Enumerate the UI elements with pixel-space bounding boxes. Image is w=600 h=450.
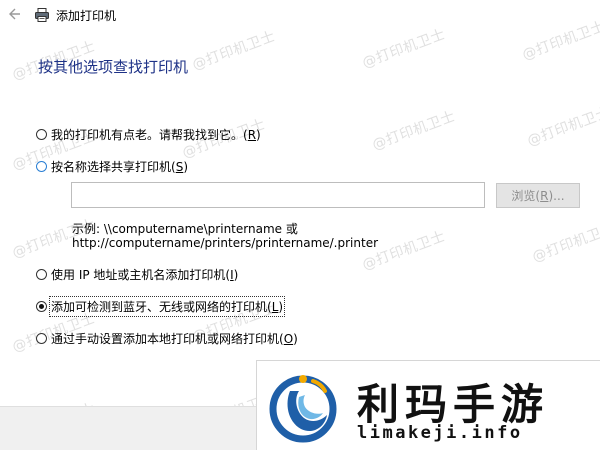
printer-icon bbox=[35, 8, 49, 22]
option-ip-address[interactable]: 使用 IP 地址或主机名添加打印机(I) bbox=[36, 266, 238, 283]
watermark: @打印机卫士 bbox=[360, 228, 448, 274]
back-button[interactable] bbox=[4, 4, 24, 24]
radio-button[interactable] bbox=[36, 269, 47, 280]
watermark: @打印机卫士 bbox=[520, 18, 600, 64]
access-key: S bbox=[175, 160, 184, 174]
window-title: 添加打印机 bbox=[56, 9, 117, 23]
radio-button[interactable] bbox=[36, 129, 47, 140]
watermark: @打印机卫士 bbox=[530, 220, 600, 266]
watermark: @打印机卫士 bbox=[370, 108, 458, 154]
watermark: @打印机卫士 bbox=[190, 28, 278, 74]
watermark: @打印机卫士 bbox=[525, 104, 600, 150]
option-label: 使用 IP 地址或主机名添加打印机 bbox=[51, 268, 226, 282]
option-label: 我的打印机有点老。请帮我找到它。 bbox=[51, 128, 244, 142]
option-bluetooth-wireless-network[interactable]: 添加可检测到蓝牙、无线或网络的打印机(L) bbox=[36, 296, 286, 317]
access-key: O bbox=[283, 332, 294, 346]
option-shared-printer[interactable]: 按名称选择共享打印机(S) bbox=[36, 158, 188, 175]
option-old-printer[interactable]: 我的打印机有点老。请帮我找到它。(R) bbox=[36, 126, 261, 143]
browse-label: 浏览( bbox=[511, 189, 541, 203]
example-line-2: http://computername/printers/printername… bbox=[72, 236, 379, 250]
arrow-left-icon bbox=[9, 8, 20, 20]
site-logo-overlay: 利玛手游 limakeji.info bbox=[256, 360, 600, 450]
page-heading: 按其他选项查找打印机 bbox=[38, 58, 189, 76]
shared-printer-name-input[interactable] bbox=[71, 182, 485, 208]
logo-emblem bbox=[269, 375, 337, 443]
access-key: R bbox=[247, 128, 257, 142]
radio-button[interactable] bbox=[36, 333, 47, 344]
radio-button-selected[interactable] bbox=[36, 301, 47, 312]
logo-url: limakeji.info bbox=[357, 423, 523, 443]
option-label: 添加可检测到蓝牙、无线或网络的打印机 bbox=[51, 300, 268, 314]
browse-suffix: )... bbox=[548, 188, 565, 203]
access-key: L bbox=[271, 300, 279, 314]
access-key: I bbox=[230, 268, 234, 282]
browse-button[interactable]: 浏览(R)... bbox=[496, 183, 580, 208]
option-label: 按名称选择共享打印机 bbox=[51, 160, 172, 174]
add-printer-window: @打印机卫士 @打印机卫士 @打印机卫士 @打印机卫士 @打印机卫士 @打印机卫… bbox=[0, 0, 600, 450]
option-label: 通过手动设置添加本地打印机或网络打印机 bbox=[51, 332, 280, 346]
access-key: R bbox=[540, 188, 549, 203]
example-line-1: 示例: \\computername\printername 或 bbox=[72, 222, 298, 236]
watermark: @打印机卫士 bbox=[360, 26, 448, 72]
option-manual-settings[interactable]: 通过手动设置添加本地打印机或网络打印机(O) bbox=[36, 330, 298, 347]
radio-button[interactable] bbox=[36, 161, 47, 172]
